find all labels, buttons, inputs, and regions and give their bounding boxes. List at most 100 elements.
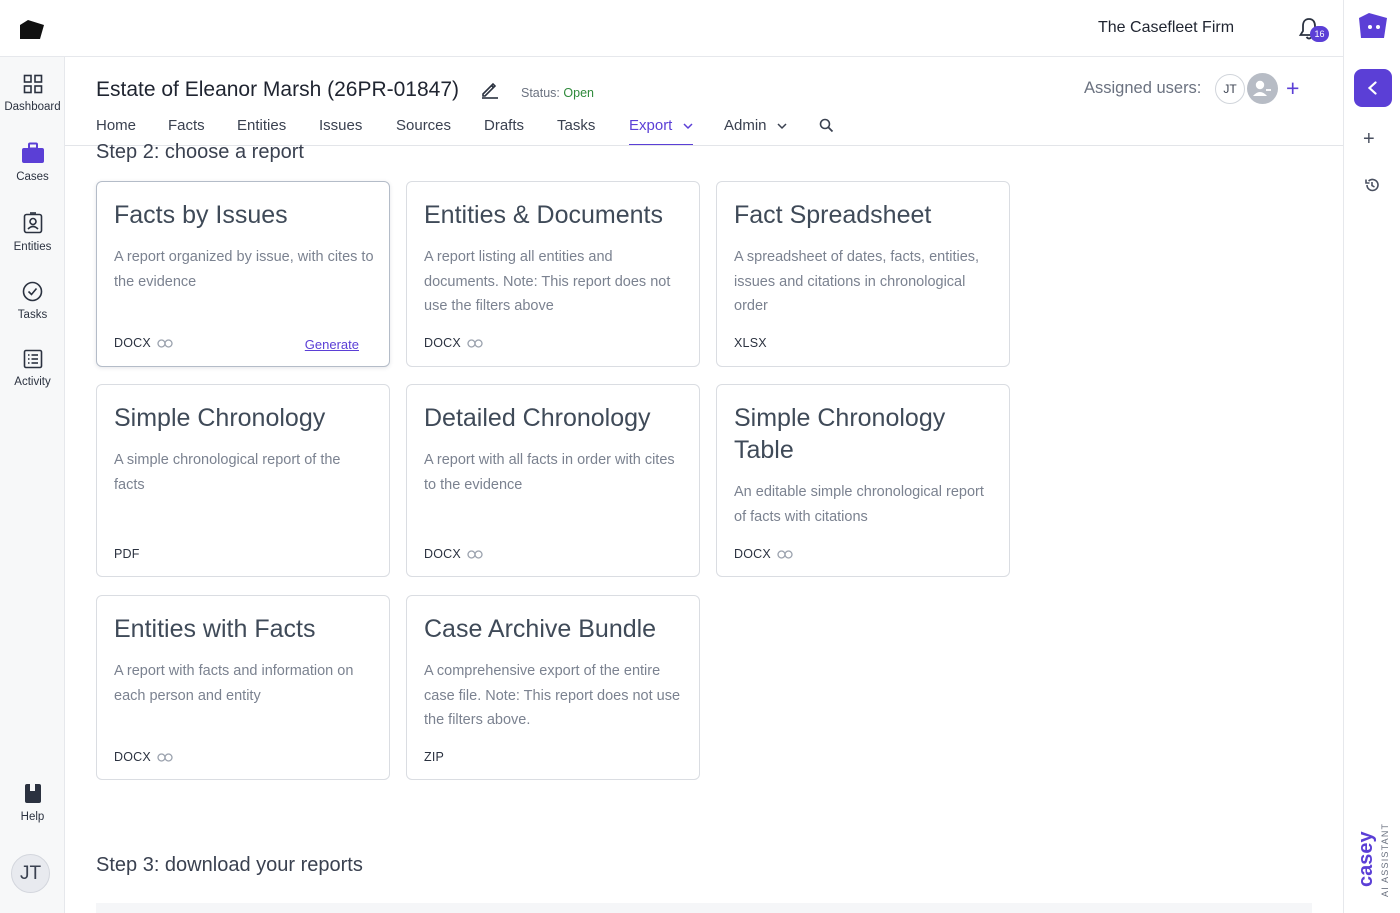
link-icon — [157, 339, 173, 348]
collapse-panel-button[interactable] — [1354, 69, 1392, 107]
report-format: DOCX — [424, 336, 483, 350]
sidebar-item-label: Activity — [14, 376, 51, 388]
report-format: DOCX — [734, 547, 793, 561]
report-format: DOCX — [114, 750, 173, 764]
tab-drafts[interactable]: Drafts — [484, 117, 524, 146]
sidebar-item-tasks[interactable]: Tasks — [0, 281, 65, 321]
format-label: ZIP — [424, 750, 445, 764]
report-card-case-archive-bundle[interactable]: Case Archive Bundle A comprehensive expo… — [406, 595, 700, 780]
casey-assistant-icon[interactable] — [1357, 12, 1389, 40]
format-label: XLSX — [734, 336, 767, 350]
format-label: DOCX — [114, 750, 151, 764]
report-title: Entities & Documents — [424, 201, 663, 229]
pencil-icon[interactable] — [480, 79, 500, 99]
unassigned-user-avatar[interactable] — [1247, 73, 1278, 104]
sidebar-item-label: Entities — [13, 241, 52, 253]
ai-assistant-tagline: AI ASSISTANT — [1380, 823, 1390, 897]
report-title: Fact Spreadsheet — [734, 201, 932, 229]
grid-icon — [23, 74, 42, 94]
add-user-button[interactable]: + — [1286, 75, 1299, 102]
report-title: Detailed Chronology — [424, 404, 651, 432]
report-description: An editable simple chronological report … — [734, 484, 984, 525]
sidebar-item-dashboard[interactable]: Dashboard — [0, 74, 65, 113]
assigned-users-label: Assigned users: — [1084, 79, 1202, 97]
chevron-down-icon — [683, 123, 693, 129]
casefleet-logo[interactable] — [18, 17, 46, 41]
report-card-facts-by-issues[interactable]: Facts by Issues A report organized by is… — [96, 181, 390, 367]
list-icon — [23, 349, 42, 369]
case-status: Status: Open — [521, 86, 594, 100]
step-3-heading: Step 3: download your reports — [96, 854, 363, 876]
top-bar: The Casefleet Firm 16 — [0, 0, 1344, 57]
report-description: A report organized by issue, with cites … — [114, 249, 374, 290]
report-card-simple-chronology-table[interactable]: Simple Chronology Table An editable simp… — [716, 384, 1010, 577]
sidebar-item-help[interactable]: Help — [0, 783, 65, 823]
report-description: A report with all facts in order with ci… — [424, 452, 675, 493]
report-title: Simple Chronology — [114, 404, 326, 432]
report-description: A spreadsheet of dates, facts, entities,… — [734, 249, 980, 314]
user-icon — [1253, 80, 1271, 96]
format-label: DOCX — [734, 547, 771, 561]
report-card-entities-documents[interactable]: Entities & Documents A report listing al… — [406, 181, 700, 367]
firm-name[interactable]: The Casefleet Firm — [1098, 19, 1234, 37]
format-label: DOCX — [424, 336, 461, 350]
report-format: DOCX — [114, 336, 173, 350]
report-title: Facts by Issues — [114, 201, 288, 229]
check-circle-icon — [22, 281, 43, 302]
report-title: Simple Chronology Table — [734, 404, 946, 464]
report-card-entities-with-facts[interactable]: Entities with Facts A report with facts … — [96, 595, 390, 780]
reports-download-list — [96, 903, 1312, 913]
link-icon — [157, 753, 173, 762]
assistant-rail: + — [1343, 0, 1400, 913]
current-user-avatar[interactable]: JT — [11, 854, 50, 893]
chevron-left-icon — [1367, 81, 1377, 95]
sidebar-item-cases[interactable]: Cases — [0, 142, 65, 183]
link-icon — [467, 339, 483, 348]
search-icon[interactable] — [819, 118, 834, 133]
tab-tasks[interactable]: Tasks — [557, 117, 595, 146]
report-format: ZIP — [424, 750, 444, 764]
report-description: A comprehensive export of the entire cas… — [424, 663, 681, 728]
history-icon[interactable] — [1364, 177, 1380, 193]
left-sidebar: Dashboard Cases Entities Tasks Activity … — [0, 57, 65, 913]
new-chat-icon[interactable]: + — [1363, 128, 1375, 151]
report-format: DOCX — [424, 547, 483, 561]
assigned-user-avatar[interactable]: JT — [1215, 74, 1245, 104]
status-label: Status: — [521, 86, 560, 100]
tab-admin[interactable]: Admin — [724, 117, 787, 146]
report-description: A report with facts and information on e… — [114, 663, 354, 704]
sidebar-item-label: Tasks — [17, 309, 48, 321]
tab-label: Admin — [724, 117, 767, 134]
report-description: A report listing all entities and docume… — [424, 249, 671, 314]
contact-card-icon — [23, 212, 42, 234]
tab-sources[interactable]: Sources — [396, 117, 451, 146]
step-2-heading: Step 2: choose a report — [96, 141, 304, 163]
case-title: Estate of Eleanor Marsh (26PR-01847) — [96, 78, 460, 101]
format-label: DOCX — [114, 336, 151, 350]
report-card-fact-spreadsheet[interactable]: Fact Spreadsheet A spreadsheet of dates,… — [716, 181, 1010, 367]
notification-count-badge: 16 — [1310, 26, 1329, 42]
report-format: XLSX — [734, 336, 767, 350]
sidebar-item-entities[interactable]: Entities — [0, 212, 65, 253]
link-icon — [777, 550, 793, 559]
sidebar-item-label: Help — [20, 811, 45, 823]
tab-issues[interactable]: Issues — [319, 117, 362, 146]
report-card-detailed-chronology[interactable]: Detailed Chronology A report with all fa… — [406, 384, 700, 577]
generate-report-link[interactable]: Generate — [305, 337, 359, 352]
report-format: PDF — [114, 547, 140, 561]
report-title: Entities with Facts — [114, 615, 316, 643]
format-label: DOCX — [424, 547, 461, 561]
report-title: Case Archive Bundle — [424, 615, 657, 643]
report-description: A simple chronological report of the fac… — [114, 452, 341, 493]
tab-export[interactable]: Export — [629, 117, 693, 146]
sidebar-item-activity[interactable]: Activity — [0, 349, 65, 388]
sidebar-item-label: Cases — [16, 171, 49, 183]
casey-wordmark: casey — [1355, 831, 1377, 887]
book-icon — [24, 784, 41, 803]
status-value: Open — [563, 86, 594, 100]
chevron-down-icon — [777, 123, 787, 129]
briefcase-icon — [21, 142, 44, 163]
report-card-simple-chronology[interactable]: Simple Chronology A simple chronological… — [96, 384, 390, 577]
sidebar-item-label: Dashboard — [4, 101, 61, 113]
casey-branding: casey AI ASSISTANT — [1355, 823, 1390, 897]
